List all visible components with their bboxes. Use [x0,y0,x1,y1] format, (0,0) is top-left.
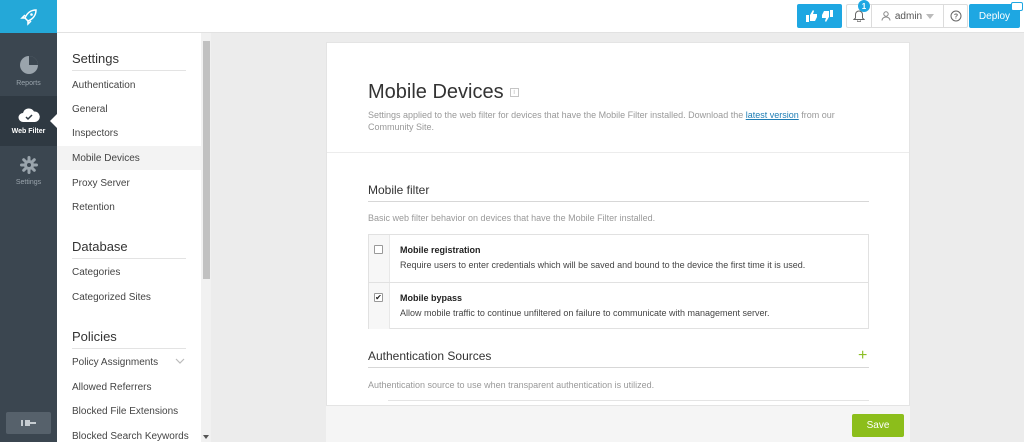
option-description: Require users to enter credentials which… [400,260,806,270]
user-menu[interactable]: admin [871,5,943,27]
logo[interactable] [0,0,57,33]
info-icon[interactable]: i [509,88,519,97]
add-source-button[interactable]: + [858,348,867,364]
sidebar-item-label: Authentication [72,79,136,91]
option-description: Allow mobile traffic to continue unfilte… [400,308,770,318]
sidebar-item-label: Retention [72,201,115,213]
sidebar-item-label: Blocked Search Keywords [72,430,189,442]
svg-text:?: ? [953,14,957,21]
main-nav-rail: Reports Web Filter Settings [0,0,57,442]
page-description: Settings applied to the web filter for d… [368,109,868,133]
sources-table-edge [388,400,869,401]
checkbox-cell: ✔ [369,283,390,329]
feedback-button[interactable] [797,4,842,28]
rail-item-reports[interactable]: Reports [0,46,57,96]
divider [72,258,186,259]
mobile-filter-options: Mobile registration Require users to ent… [368,234,869,329]
sidebar-item-categorized-sites[interactable]: Categorized Sites [57,285,201,309]
sidebar-item-blocked-search-keywords[interactable]: Blocked Search Keywords [57,424,201,442]
sidebar-item-label: Mobile Devices [72,152,140,164]
deploy-label: Deploy [978,10,1011,22]
sidebar-item-proxy-server[interactable]: Proxy Server [57,171,201,195]
help-button[interactable]: ? [943,5,967,27]
rail-item-settings[interactable]: Settings [0,146,57,196]
page-title: Mobile Devices [368,81,504,103]
divider [327,152,909,153]
option-row-mobile-registration: Mobile registration Require users to ent… [369,235,868,282]
rail-item-label: Web Filter [11,128,46,135]
footer-bar: Save [326,405,910,442]
sidebar-item-label: Blocked File Extensions [72,405,179,417]
option-title: Mobile registration [400,245,481,255]
help-icon: ? [950,10,961,22]
thumbs-up-icon [806,10,817,22]
option-title: Mobile bypass [400,293,463,303]
collapse-icon [20,420,36,426]
rocket-icon [19,8,37,26]
gear-icon [19,156,38,174]
divider [72,348,186,349]
sidebar-item-blocked-file-extensions[interactable]: Blocked File Extensions [57,399,201,423]
chevron-down-icon [175,358,185,364]
user-toolbar: 1 admin ? [846,0,968,28]
mobile-bypass-checkbox[interactable]: ✔ [374,293,383,302]
thumbs-down-icon [822,10,833,22]
sidebar-item-label: Categorized Sites [72,291,151,303]
section-title-authentication-sources: Authentication Sources [368,349,492,363]
divider [368,201,869,202]
sidebar-item-mobile-devices[interactable]: Mobile Devices [57,146,201,170]
sidebar-heading-policies: Policies [72,329,117,344]
sidebar-item-categories[interactable]: Categories [57,260,201,284]
content-card: Mobile Devices i Settings applied to the… [326,42,910,442]
checkbox-cell [369,235,390,282]
sidebar-item-allowed-referrers[interactable]: Allowed Referrers [57,375,201,399]
scrollbar-thumb[interactable] [203,41,210,279]
user-name: admin [894,10,923,22]
scroll-down-arrow-icon[interactable] [203,435,209,439]
sidebar-item-policy-assignments[interactable]: Policy Assignments [57,350,201,374]
divider [72,70,186,71]
mobile-registration-checkbox[interactable] [374,245,383,254]
rail-item-label: Settings [15,179,42,186]
cloud-icon [18,108,40,122]
settings-sidebar: Settings Authentication General Inspecto… [57,33,211,442]
sidebar-heading-settings: Settings [72,51,119,66]
section-description: Basic web filter behavior on devices tha… [368,213,656,223]
deploy-button[interactable]: Deploy [969,2,1023,28]
sidebar-item-inspectors[interactable]: Inspectors [57,121,201,145]
sidebar-item-label: Allowed Referrers [72,381,152,393]
rail-item-web-filter[interactable]: Web Filter [0,96,57,146]
sidebar-item-label: Proxy Server [72,177,130,189]
top-bar: 1 admin ? Deploy [57,0,1024,33]
sidebar-item-label: Policy Assignments [72,356,159,368]
chevron-down-icon [926,13,935,19]
user-icon [881,11,891,21]
pie-chart-icon [19,56,38,74]
deploy-status-icon [1011,2,1023,11]
collapse-sidebar-button[interactable] [6,412,51,434]
sidebar-scrollbar[interactable] [201,33,211,442]
sidebar-heading-database: Database [72,239,128,254]
save-button[interactable]: Save [852,414,904,437]
sidebar-item-label: Inspectors [72,127,119,139]
sidebar-item-general[interactable]: General [57,97,201,121]
notification-count-badge: 1 [858,0,870,12]
latest-version-link[interactable]: latest version [746,110,799,120]
divider [368,367,869,368]
option-row-mobile-bypass: ✔ Mobile bypass Allow mobile traffic to … [369,282,868,329]
sidebar-item-retention[interactable]: Retention [57,195,201,219]
page-description-text: Settings applied to the web filter for d… [368,110,746,120]
page-title-wrap: Mobile Devices i [368,81,519,104]
section-title-mobile-filter: Mobile filter [368,183,430,197]
notifications-button[interactable]: 1 [847,0,871,27]
sidebar-item-label: Categories [72,266,121,278]
sidebar-item-label: General [72,103,108,115]
section-description: Authentication source to use when transp… [368,380,655,390]
sidebar-item-authentication[interactable]: Authentication [57,73,201,97]
rail-item-label: Reports [16,80,41,87]
